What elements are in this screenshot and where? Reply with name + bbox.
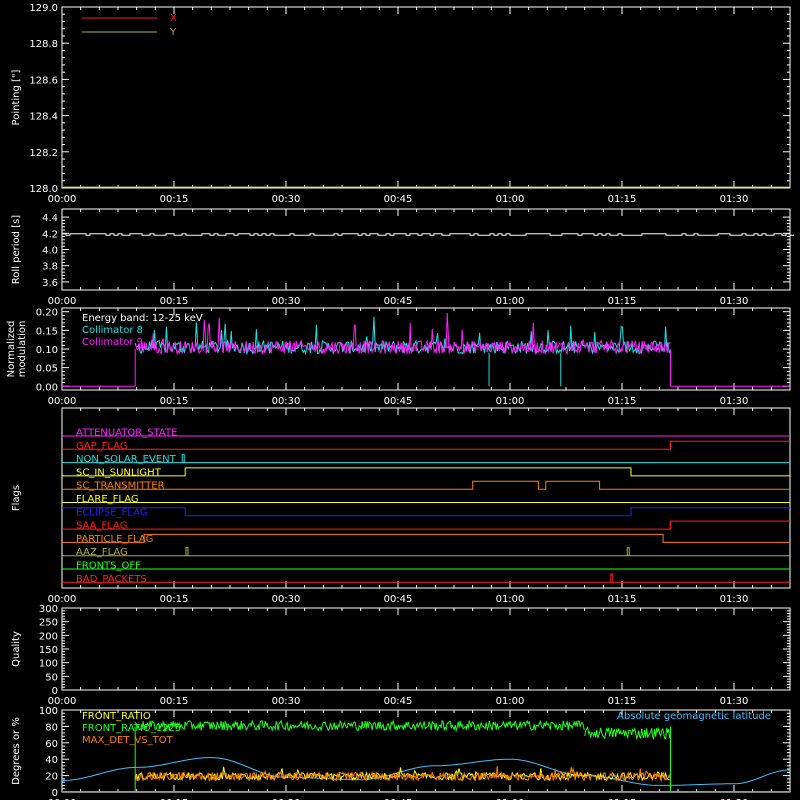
modulation-ytick-label: 0.20 bbox=[36, 308, 58, 319]
flags-xtick-label: 00:15 bbox=[160, 594, 189, 605]
quality-xtick-label: 00:45 bbox=[384, 696, 413, 707]
pointing-ytick-label: 128.4 bbox=[29, 112, 58, 123]
modulation-xtick-label: 01:30 bbox=[720, 396, 749, 407]
pointing-xtick-label: 01:00 bbox=[496, 194, 525, 205]
flag-label-flare-flag: FLARE_FLAG bbox=[76, 494, 139, 505]
pointing-ytick-label: 128.8 bbox=[29, 39, 58, 50]
pointing-y-legend-label: Y bbox=[169, 27, 177, 38]
roll-ytick-label: 4.2 bbox=[42, 229, 58, 240]
roll-xtick-label: 00:30 bbox=[272, 296, 301, 307]
flag-label-eclipse-flag: ECLIPSE_FLAG bbox=[76, 507, 147, 518]
ratios-ytick-label: 20 bbox=[45, 772, 58, 783]
pointing-x-legend-label: X bbox=[170, 13, 177, 24]
pointing-ytick-label: 129.0 bbox=[29, 3, 58, 14]
flag-label-saa-flag: SAA_FLAG bbox=[76, 521, 127, 532]
modulation-xtick-label: 00:30 bbox=[272, 396, 301, 407]
roll-xtick-label: 00:00 bbox=[48, 296, 77, 307]
ratios-max-det-legend-label: MAX_DET_VS_TOT bbox=[82, 735, 174, 746]
modulation-xtick-label: 00:15 bbox=[160, 396, 189, 407]
flag-label-bad-packets: BAD_PACKETS bbox=[76, 574, 147, 585]
flag-label-gap-flag: GAP_FLAG bbox=[76, 441, 128, 452]
roll-xtick-label: 00:15 bbox=[160, 296, 189, 307]
roll-ylabel: Roll period [s] bbox=[11, 215, 22, 284]
flags-xtick-label: 01:15 bbox=[608, 594, 637, 605]
flag-label-non-solar-event: NON_SOLAR_EVENT bbox=[76, 454, 177, 465]
modulation-xtick-label: 01:00 bbox=[496, 396, 525, 407]
pointing-xtick-label: 00:30 bbox=[272, 194, 301, 205]
ratios-ytick-label: 40 bbox=[45, 755, 58, 766]
roll-xtick-label: 01:15 bbox=[608, 296, 637, 307]
modulation-xtick-label: 01:15 bbox=[608, 396, 637, 407]
pointing-ytick-label: 128.0 bbox=[29, 184, 58, 195]
pointing-xtick-label: 01:15 bbox=[608, 194, 637, 205]
ratios-ytick-label: 100 bbox=[39, 706, 58, 717]
ratios-front-ratio-1225-legend-label: FRONT_RATIO_1225 bbox=[82, 723, 181, 734]
flag-label-attenuator-state: ATTENUATOR_STATE bbox=[76, 428, 177, 439]
quality-ytick-label: 250 bbox=[39, 618, 58, 629]
quality-ylabel: Quality bbox=[11, 631, 22, 667]
pointing-xtick-label: 01:30 bbox=[720, 194, 749, 205]
pointing-xtick-label: 00:00 bbox=[48, 194, 77, 205]
roll-ytick-label: 4.4 bbox=[42, 213, 58, 224]
pointing-xtick-label: 00:45 bbox=[384, 194, 413, 205]
modulation-energy-annotation: Energy band: 12-25 keV bbox=[82, 313, 203, 324]
quality-xtick-label: 01:30 bbox=[720, 696, 749, 707]
flags-xtick-label: 01:00 bbox=[496, 594, 525, 605]
pointing-ytick-label: 128.6 bbox=[29, 75, 58, 86]
modulation-ytick-label: 0.15 bbox=[36, 326, 58, 337]
pointing-ylabel: Pointing ["] bbox=[11, 69, 22, 125]
flag-label-aaz-flag: AAZ_FLAG bbox=[76, 547, 128, 558]
roll-ytick-label: 4.0 bbox=[42, 246, 58, 257]
quality-xtick-label: 01:15 bbox=[608, 696, 637, 707]
roll-xtick-label: 00:45 bbox=[384, 296, 413, 307]
quality-ytick-label: 150 bbox=[39, 645, 58, 656]
ratios-ytick-label: 0 bbox=[52, 788, 58, 799]
ratios-ylabel: Degrees or % bbox=[11, 717, 22, 785]
flags-ylabel: Flags bbox=[11, 485, 22, 511]
modulation-ytick-label: 0.10 bbox=[36, 345, 58, 356]
modulation-ytick-label: 0.05 bbox=[36, 364, 58, 375]
modulation-c8-legend-label: Collimator 8 bbox=[82, 325, 143, 336]
flag-label-sc-in-sunlight: SC_IN_SUNLIGHT bbox=[76, 467, 162, 478]
flag-label-sc-transmitter: SC_TRANSMITTER bbox=[76, 481, 165, 492]
quality-ytick-label: 200 bbox=[39, 631, 58, 642]
quality-ytick-label: 100 bbox=[39, 659, 58, 670]
modulation-xtick-label: 00:45 bbox=[384, 396, 413, 407]
roll-xtick-label: 01:00 bbox=[496, 296, 525, 307]
roll-ytick-label: 3.8 bbox=[42, 262, 58, 273]
spacecraft-summary-chart: 00:00 00:15 00:30 00:45 01:00 01:15 01:30 128.0… bbox=[0, 0, 800, 800]
ratios-front-ratio-legend-label: FRONT_RATIO bbox=[82, 711, 151, 722]
flags-xtick-label: 00:30 bbox=[272, 594, 301, 605]
flags-xtick-label: 01:30 bbox=[720, 594, 749, 605]
ratios-ytick-label: 60 bbox=[45, 739, 58, 750]
pointing-ytick-label: 128.2 bbox=[29, 148, 58, 159]
flag-label-fronts-off: FRONTS_OFF bbox=[76, 561, 141, 572]
quality-xtick-label: 00:15 bbox=[160, 696, 189, 707]
quality-ytick-label: 50 bbox=[45, 672, 58, 683]
quality-xtick-label: 01:00 bbox=[496, 696, 525, 707]
ratios-ytick-label: 80 bbox=[45, 722, 58, 733]
modulation-xtick-label: 00:00 bbox=[48, 396, 77, 407]
quality-xtick-label: 00:30 bbox=[272, 696, 301, 707]
modulation-c9-legend-label: Collimator 9 bbox=[82, 337, 143, 348]
flag-label-particle-flag: PARTICLE_FLAG bbox=[76, 534, 153, 545]
roll-xtick-label: 01:30 bbox=[720, 296, 749, 307]
quality-ytick-label: 0 bbox=[52, 686, 58, 697]
modulation-ylabel-line: modulation bbox=[17, 321, 28, 378]
modulation-ylabel-line: Normalized bbox=[6, 321, 17, 378]
ratios-latitude-annotation: Absolute geomagnetic latitude bbox=[617, 711, 771, 722]
pointing-xtick-label: 00:15 bbox=[160, 194, 189, 205]
flags-xtick-label: 00:45 bbox=[384, 594, 413, 605]
roll-ytick-label: 3.6 bbox=[42, 278, 58, 289]
modulation-ytick-label: 0.00 bbox=[36, 382, 58, 393]
quality-ytick-label: 300 bbox=[39, 604, 58, 615]
